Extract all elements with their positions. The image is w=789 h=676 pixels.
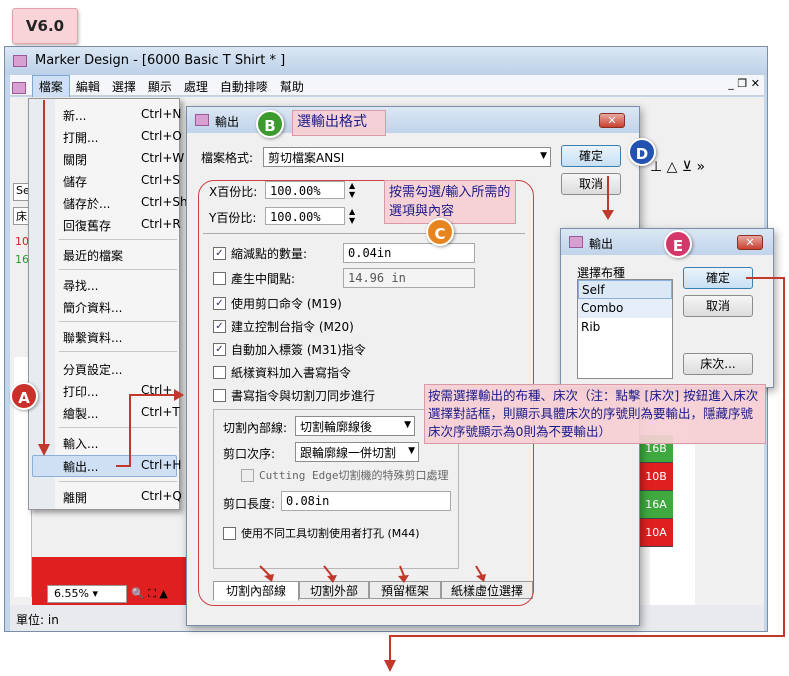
arrow-layer-down <box>389 277 785 662</box>
tab-arrow <box>323 565 333 577</box>
tab-arrow <box>475 565 483 577</box>
arrowhead <box>384 660 396 672</box>
arrowhead <box>398 575 409 583</box>
arrow-export <box>116 394 176 467</box>
arrowhead <box>476 574 486 582</box>
arrowhead <box>327 575 337 583</box>
arrowhead <box>38 444 50 456</box>
arrowhead <box>174 389 184 401</box>
tab-arrow <box>399 565 405 577</box>
arrowhead <box>264 574 274 582</box>
arrowhead <box>602 210 614 220</box>
annotation-arrows <box>38 100 785 672</box>
tab-arrow <box>259 565 271 577</box>
